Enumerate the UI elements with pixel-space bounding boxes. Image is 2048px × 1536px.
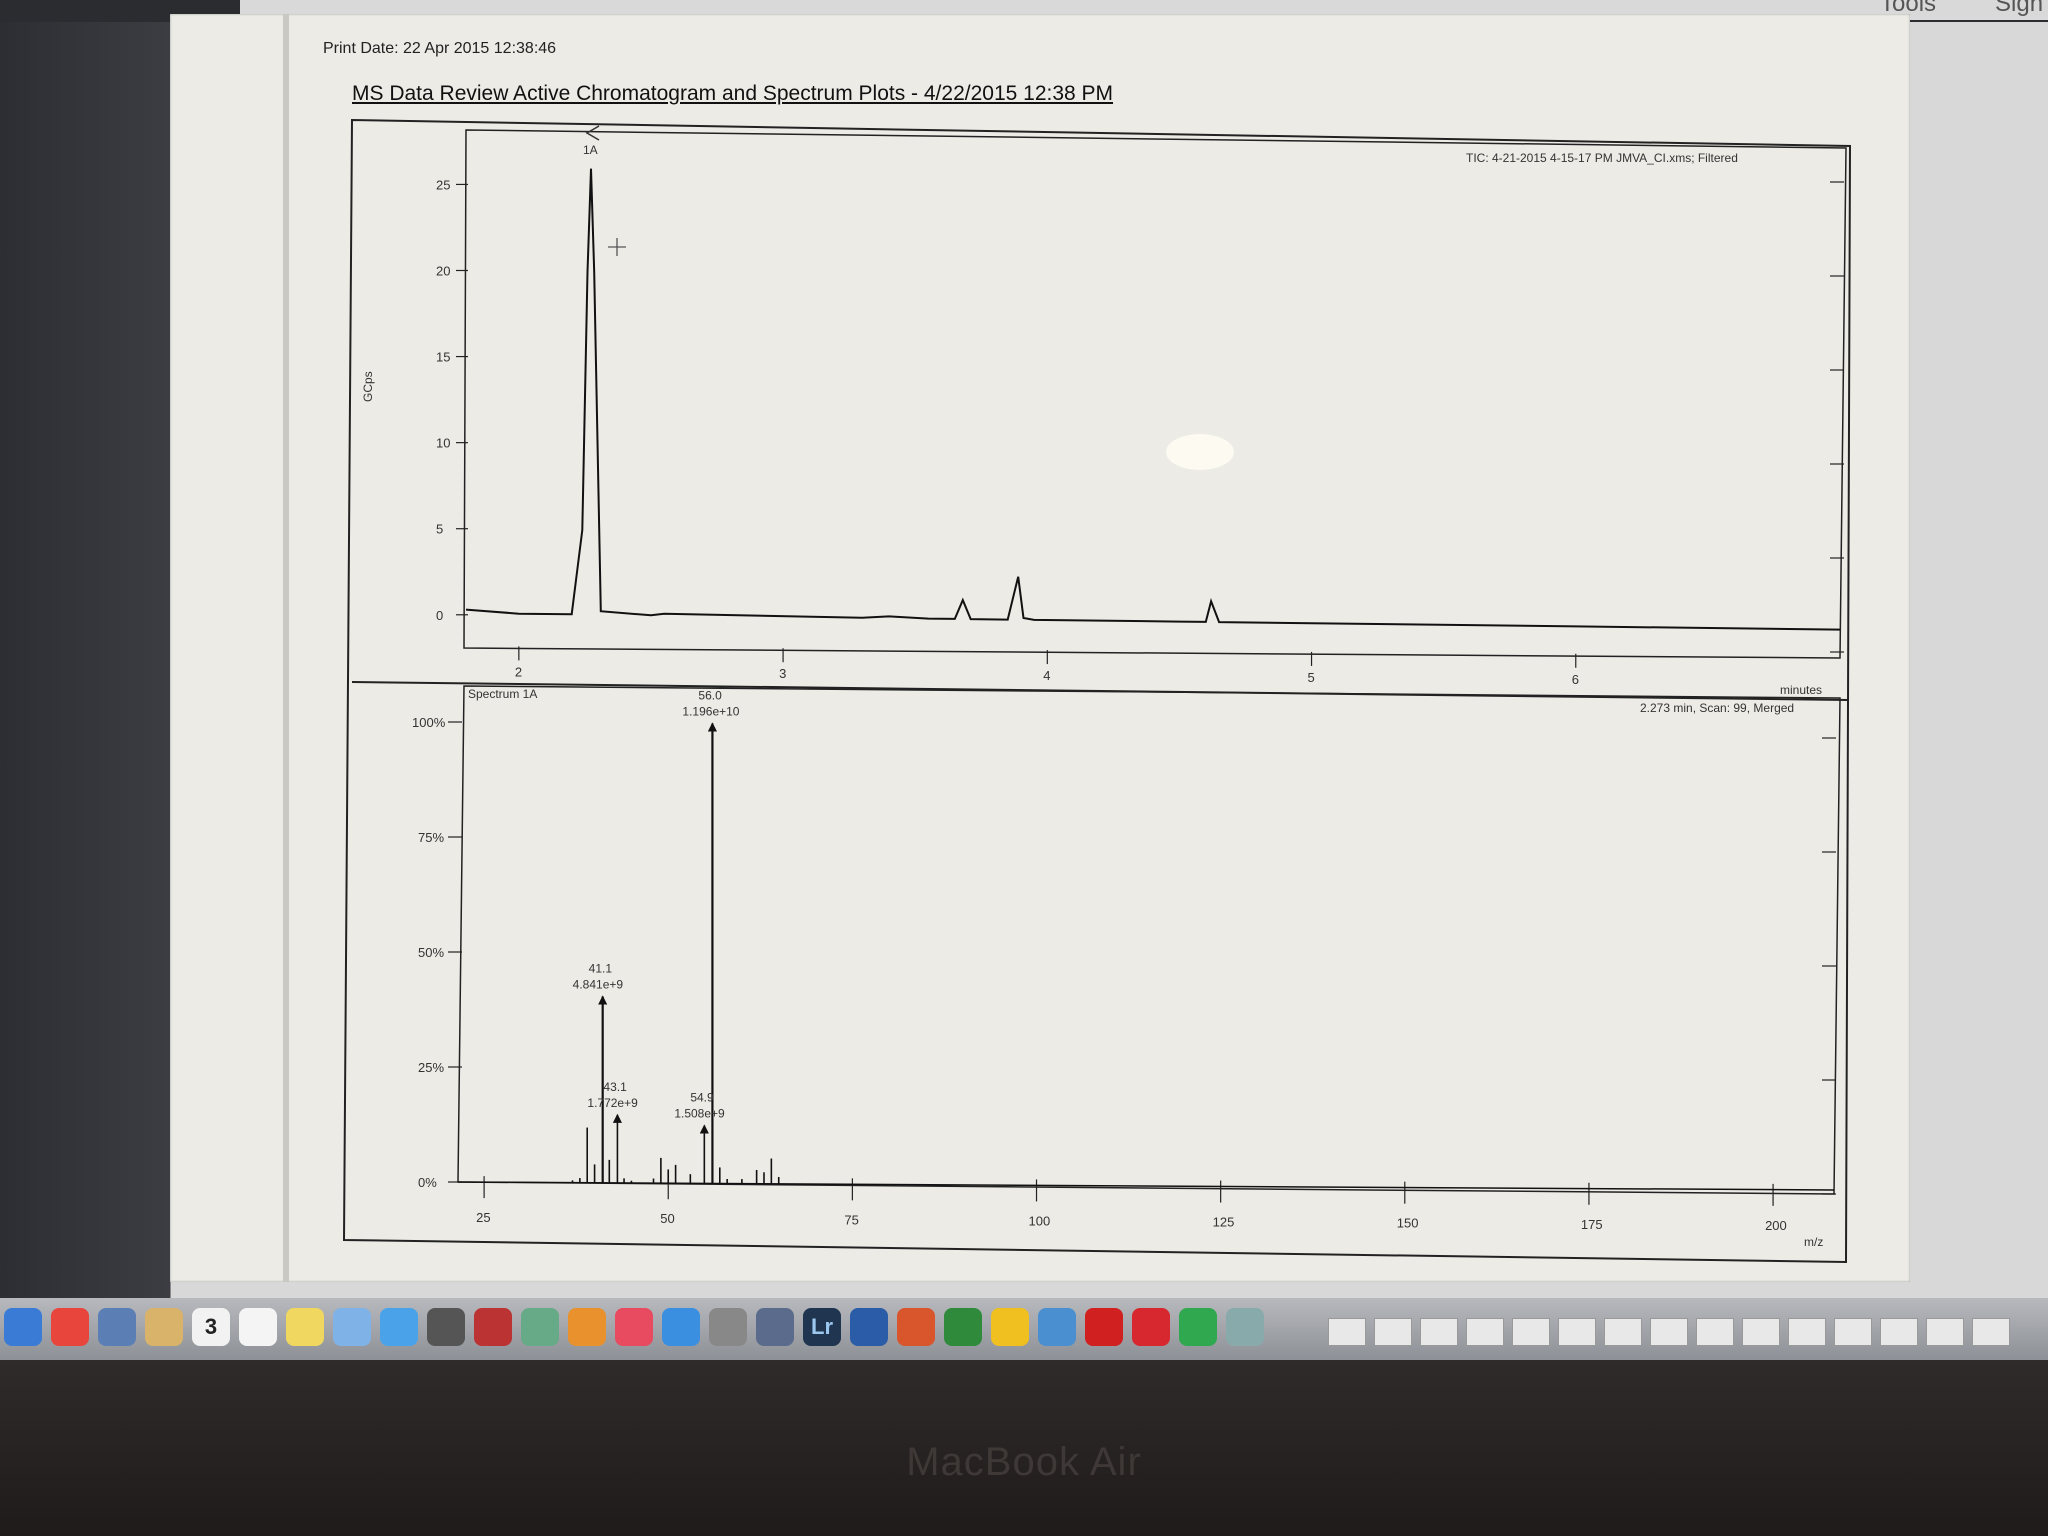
spectrum-subtitle: 2.273 min, Scan: 99, Merged [1640,701,1794,715]
evernote-icon[interactable] [1179,1308,1217,1346]
minimized-window-thumbnail[interactable] [1742,1318,1780,1346]
downloader-icon[interactable] [1038,1308,1076,1346]
facetime-icon[interactable] [427,1308,465,1346]
calendar-icon[interactable]: 3 [192,1308,230,1346]
minimized-window-thumbnail[interactable] [1374,1318,1412,1346]
minimized-window-thumbnail[interactable] [1696,1318,1734,1346]
spectrum-plot-frame [457,685,1841,1195]
minimized-window-thumbnail[interactable] [1420,1318,1458,1346]
spectrum-xtick-label: 200 [1765,1218,1787,1233]
scriptedit-icon[interactable] [756,1308,794,1346]
systemprefs-icon[interactable] [709,1308,747,1346]
spectrum-peak-arrow-icon [707,722,717,732]
appstore-icon[interactable] [662,1308,700,1346]
chrome-icon[interactable] [51,1308,89,1346]
minimized-window-thumbnail[interactable] [1926,1318,1964,1346]
chromatogram-ytick-label: 25 [436,177,450,192]
finder-icon[interactable] [4,1308,42,1346]
peak-marker-label: 1A [583,143,598,157]
minimized-window-thumbnail[interactable] [1880,1318,1918,1346]
chromatogram-panel: TIC: 4-21-2015 4-15-17 PM JMVA_CI.xms; F… [361,125,1847,697]
messages-icon[interactable] [380,1308,418,1346]
spectrum-peak-intensity: 1.508e+9 [674,1106,725,1120]
chromatogram-plot-frame [463,129,1847,659]
device-label: MacBook Air [906,1440,1142,1484]
utility-icon[interactable] [1226,1308,1264,1346]
chromatogram-title: TIC: 4-21-2015 4-15-17 PM JMVA_CI.xms; F… [1466,151,1738,165]
spectrum-xtick-label: 100 [1029,1213,1051,1228]
minimized-window-thumbnail[interactable] [1604,1318,1642,1346]
chromatogram-xtick-label: 4 [1043,668,1050,683]
spectrum-ytick-label: 25% [418,1060,444,1075]
chromatogram-ytick-label: 10 [436,436,450,451]
chromatogram-xtick-label: 2 [515,664,522,679]
acrobat-icon[interactable] [1085,1308,1123,1346]
notes-icon[interactable] [145,1308,183,1346]
spectrum-peak-arrow-icon [612,1113,622,1124]
chromatogram-xtick-label: 5 [1308,670,1315,685]
photobooth-icon[interactable] [474,1308,512,1346]
spectrum-panel: Spectrum 1A 2.273 min, Scan: 99, Merged … [412,685,1841,1249]
minimized-window-thumbnail[interactable] [1834,1318,1872,1346]
spectrum-peak-mz: 43.1 [603,1080,627,1094]
chromatogram-xtick-label: 6 [1572,672,1579,687]
lightroom-icon[interactable]: Lr [803,1308,841,1346]
chart-area: TIC: 4-21-2015 4-15-17 PM JMVA_CI.xms; F… [342,118,1852,1264]
powerpoint-icon[interactable] [897,1308,935,1346]
ibooks-icon[interactable] [568,1308,606,1346]
spectrum-xtick-label: 25 [476,1210,490,1225]
spectrum-peak-arrow-icon [598,995,608,1005]
chromatogram-xtick-label: 3 [779,666,786,681]
chromatogram-ytick-label: 0 [436,608,443,623]
stickies-icon[interactable] [286,1308,324,1346]
minimized-window-thumbnail[interactable] [1466,1318,1504,1346]
minimized-window-thumbnail[interactable] [1512,1318,1550,1346]
cursor-crosshair-icon [608,238,626,256]
minimized-window-thumbnail[interactable] [1328,1318,1366,1346]
spectrum-ytick-label: 75% [418,830,444,845]
iphoto-icon[interactable] [521,1308,559,1346]
screen-glare [1166,434,1234,470]
preview-icon[interactable] [98,1308,136,1346]
minimized-window-thumbnail[interactable] [1788,1318,1826,1346]
creativecloud-icon[interactable] [1132,1308,1170,1346]
outlook-icon[interactable] [991,1308,1029,1346]
word-icon[interactable] [850,1308,888,1346]
spectrum-xtick-label: 75 [844,1212,858,1227]
minimized-window-thumbnail[interactable] [1558,1318,1596,1346]
minimized-window-thumbnail[interactable] [1650,1318,1688,1346]
spectrum-xtick-label: 150 [1397,1216,1419,1231]
spectrum-peak-arrow-icon [699,1124,709,1134]
chromatogram-xlabel: minutes [1780,683,1822,697]
minimized-window-thumbnail[interactable] [1972,1318,2010,1346]
spectrum-title: Spectrum 1A [468,687,537,701]
spectrum-ytick-label: 50% [418,945,444,960]
chromatogram-trace [465,168,1841,631]
spectrum-peak-intensity: 1.772e+9 [587,1096,638,1110]
chromatogram-ytick-label: 15 [436,350,450,365]
spectrum-xtick-label: 175 [1581,1217,1603,1232]
chromatogram-ytick-label: 20 [436,264,450,279]
spectrum-ytick-label: 100% [412,715,446,730]
spectrum-peak-mz: 56.0 [698,689,722,703]
spectrum-xlabel: m/z [1804,1235,1823,1249]
textedit-icon[interactable] [239,1308,277,1346]
spectrum-xtick-label: 50 [660,1211,674,1226]
excel-icon[interactable] [944,1308,982,1346]
photos-icon[interactable] [333,1308,371,1346]
spectrum-peak-intensity: 4.841e+9 [573,978,624,992]
chromatogram-ytick-label: 5 [436,522,443,537]
spectrum-xtick-label: 125 [1213,1215,1235,1230]
spectrum-peak-intensity: 1.196e+10 [682,705,739,719]
spectrum-peak-mz: 41.1 [589,962,613,976]
spectrum-ytick-label: 0% [418,1175,437,1190]
peak-marker-icon [585,125,600,141]
spectrum-baseline [457,1181,1835,1191]
spectrum-peak-mz: 54.9 [690,1090,714,1104]
chromatogram-ylabel: GCps [361,371,375,402]
itunes-icon[interactable] [615,1308,653,1346]
